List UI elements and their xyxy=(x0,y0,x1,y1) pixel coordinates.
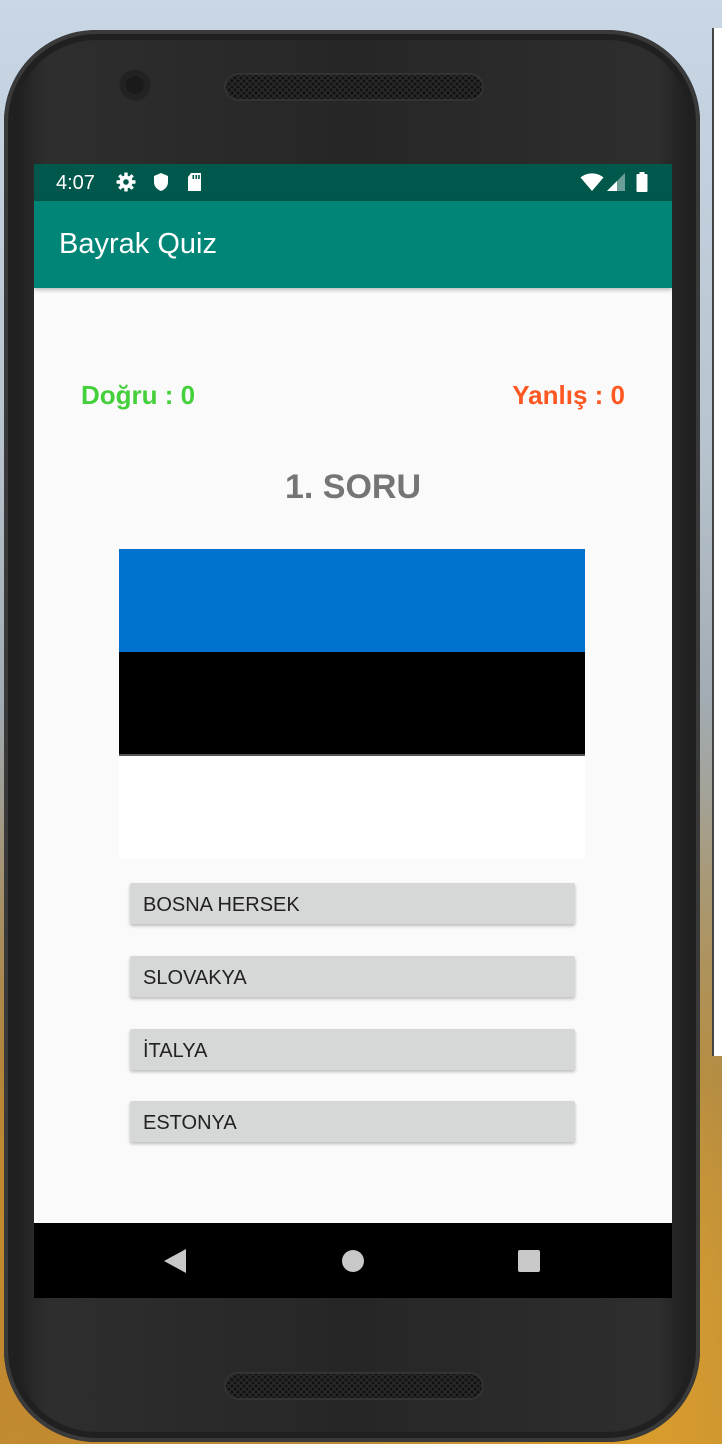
phone-screen: 4:07 Bayrak Quiz Doğru: 0 Yanlış: 0 1.… xyxy=(34,164,672,1298)
flag-stripe-black xyxy=(119,652,585,756)
answer-button-label: ESTONYA xyxy=(143,1112,237,1134)
answer-button-2[interactable]: SLOVAKYA xyxy=(130,956,575,997)
wrong-count-label: Yanlış : 0 xyxy=(512,380,625,410)
wifi-icon xyxy=(580,173,604,191)
recents-icon[interactable] xyxy=(513,1245,545,1277)
answer-button-1[interactable]: BOSNA HERSEK xyxy=(130,883,575,924)
answer-button-label: İTALYA xyxy=(143,1040,208,1062)
app-bar: Bayrak Quiz xyxy=(34,201,672,288)
answer-button-label: SLOVAKYA xyxy=(143,967,247,989)
home-icon[interactable] xyxy=(337,1245,369,1277)
gear-icon xyxy=(116,172,136,192)
status-bar: 4:07 xyxy=(34,164,672,201)
back-icon[interactable] xyxy=(159,1245,191,1277)
answer-button-label: BOSNA HERSEK xyxy=(143,894,300,916)
correct-count-label: Doğru : 0 xyxy=(81,380,196,410)
navigation-bar xyxy=(34,1223,672,1298)
flag-stripe-blue xyxy=(119,549,585,652)
shield-icon xyxy=(154,173,168,191)
answer-button-3[interactable]: İTALYA xyxy=(130,1029,575,1070)
top-speaker xyxy=(226,75,482,99)
question-number-title: 1. SORU xyxy=(284,468,422,506)
battery-icon xyxy=(636,172,648,192)
answer-button-4[interactable]: ESTONYA xyxy=(130,1101,575,1142)
sd-card-icon xyxy=(188,173,201,191)
signal-icon xyxy=(607,173,625,191)
desktop-window-edge xyxy=(712,28,722,1056)
front-camera xyxy=(120,70,150,100)
flag-stripe-white xyxy=(119,756,585,859)
bottom-speaker xyxy=(226,1374,482,1398)
app-title: Bayrak Quiz xyxy=(59,228,217,260)
flag-image xyxy=(119,549,585,859)
status-time: 4:07 xyxy=(56,172,95,194)
